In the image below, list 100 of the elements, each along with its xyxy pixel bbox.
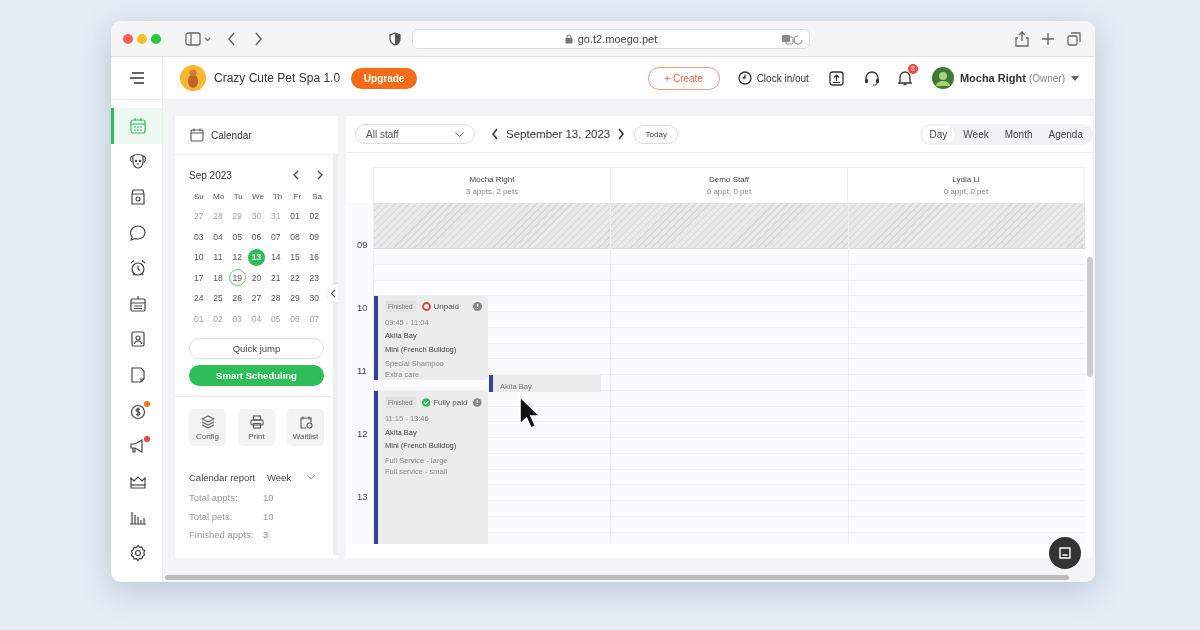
view-tab[interactable]: Agenda (1040, 125, 1091, 143)
calendar-day[interactable]: 06 (248, 228, 265, 246)
stat-value: 10 (263, 510, 274, 522)
calendar-day[interactable]: 05 (228, 228, 246, 246)
chat-button[interactable] (1049, 537, 1081, 569)
document-icon (129, 365, 147, 384)
share-icon[interactable] (1015, 30, 1029, 47)
stat-label: Total appts: (189, 491, 239, 503)
avatar-icon[interactable] (931, 67, 954, 89)
calendar-day[interactable]: 30 (305, 289, 323, 307)
calendar-day[interactable]: 14 (267, 248, 285, 266)
today-button[interactable]: Today (634, 124, 679, 144)
menu-icon[interactable] (128, 72, 145, 84)
previous-month-icon[interactable] (292, 170, 300, 180)
hour-label: 13 (357, 491, 368, 502)
calendar-day[interactable]: 26 (228, 289, 246, 307)
calendar-day[interactable]: 12 (228, 248, 246, 266)
calendar-day[interactable]: 10 (190, 248, 208, 266)
panel-title: Calendar (211, 129, 252, 141)
weekday-label: Fr (292, 191, 303, 203)
calendar-day[interactable]: 03 (190, 228, 208, 246)
calendar-day[interactable]: 07 (267, 228, 285, 246)
calendar-day[interactable]: 18 (209, 269, 227, 287)
calendar-day[interactable]: 23 (305, 269, 323, 287)
staff-name: Mocha Right (469, 175, 515, 184)
tabs-icon[interactable] (1067, 31, 1081, 46)
staff-select[interactable]: All staff (355, 124, 475, 144)
chat-icon (129, 223, 147, 242)
staff-summary: 3 appts, 2 pets (465, 187, 519, 196)
month-label: Sep 2023 (189, 169, 232, 181)
config-button[interactable]: Config (189, 409, 226, 446)
view-tab[interactable]: Week (955, 125, 997, 143)
schedule-icon (129, 294, 147, 313)
forward-icon[interactable] (253, 31, 263, 46)
alarm-icon (129, 259, 147, 278)
business-name: Crazy Cute Pet Spa 1.0 (214, 71, 341, 85)
stat-label: Total pets: (189, 510, 234, 522)
sidebar-icon[interactable] (185, 31, 211, 46)
quick-jump-button[interactable]: Quick jump (189, 338, 324, 359)
calendar-day[interactable]: 04 (209, 228, 227, 246)
calendar-day[interactable]: 16 (305, 248, 323, 266)
back-icon[interactable] (227, 31, 237, 46)
headset-icon[interactable] (863, 70, 880, 86)
info-icon[interactable] (473, 302, 482, 312)
user-name[interactable]: Mocha Right (959, 72, 1026, 84)
stat-value: 3 (263, 529, 269, 541)
payment-status: Fully paid (433, 398, 468, 407)
current-date: September 13, 2023 (506, 128, 611, 140)
address-bar[interactable]: go.t2.moego.pet (412, 28, 810, 49)
calendar-day[interactable]: 02 (305, 207, 323, 225)
chat-icon (1058, 546, 1072, 560)
close-button[interactable] (123, 33, 133, 44)
next-month-icon[interactable] (316, 170, 324, 180)
stat-value: 10 (263, 491, 274, 503)
calendar-day[interactable]: 17 (190, 269, 208, 287)
calendar-icon (129, 116, 147, 135)
report-title: Calendar report (189, 471, 255, 483)
caret-icon[interactable] (1071, 75, 1079, 81)
view-tab[interactable]: Month (996, 125, 1041, 143)
layers-icon (200, 414, 215, 429)
staff-name: Demo Staff (709, 175, 749, 184)
user-role: (Owner) (1028, 72, 1065, 84)
calendar-day[interactable]: 20 (248, 269, 265, 287)
printer-icon (249, 414, 264, 429)
chevron-down-icon (455, 131, 464, 137)
next-day-icon[interactable] (617, 128, 626, 140)
clock-in-out-button[interactable]: Clock in/out (737, 71, 809, 85)
calendar-day[interactable]: 01 (286, 207, 304, 225)
weekday-label: We (250, 191, 265, 203)
calendar-day[interactable]: 27 (248, 289, 265, 307)
view-tab[interactable]: Day (921, 125, 956, 143)
bell-icon[interactable] (897, 70, 912, 86)
calendar-day[interactable]: 09 (305, 228, 323, 246)
calendar-day[interactable]: 25 (209, 289, 227, 307)
calendar-day[interactable]: 24 (190, 289, 208, 307)
calendar-day[interactable]: 28 (267, 289, 285, 307)
calendar-day[interactable]: 29 (286, 289, 304, 307)
previous-day-icon[interactable] (491, 128, 499, 140)
staff-summary: 0 appt, 0 pet (706, 187, 752, 196)
calendar-day[interactable]: 21 (267, 269, 285, 287)
shield-icon[interactable] (389, 31, 401, 46)
calendar-day[interactable]: 11 (209, 248, 227, 266)
calendar-day[interactable]: 15 (286, 248, 304, 266)
staff-name: Lydia Li (952, 175, 980, 184)
chevron-left-icon (330, 288, 336, 298)
waitlist-button[interactable]: Waitlist (287, 409, 324, 446)
weekday-label: Su (192, 191, 205, 203)
info-icon[interactable] (473, 398, 482, 407)
collapse-button[interactable] (327, 284, 338, 302)
print-button[interactable]: Print (238, 409, 275, 446)
clock-icon (737, 71, 752, 85)
chevron-down-icon (307, 474, 316, 480)
calendar-icon (190, 128, 204, 142)
calendar-day[interactable]: 22 (286, 269, 304, 287)
new-tab-icon[interactable] (1041, 31, 1055, 46)
hour-label: 10 (357, 302, 368, 313)
upload-icon[interactable] (828, 70, 844, 86)
calendar-day[interactable]: 08 (286, 228, 304, 246)
weekday-label: Th (271, 191, 284, 203)
period-select[interactable]: Week (267, 471, 316, 483)
